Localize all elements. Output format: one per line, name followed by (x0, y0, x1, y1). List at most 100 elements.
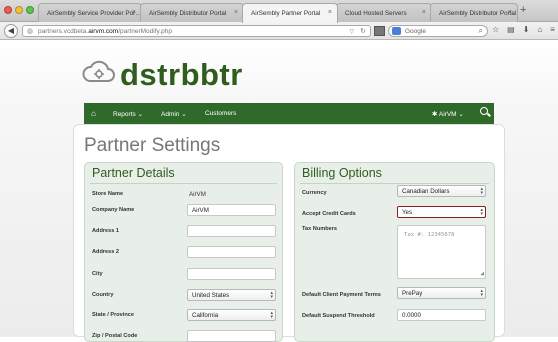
suspend-threshold-input[interactable]: 0.0000 (397, 309, 486, 321)
search-placeholder: Google (405, 28, 426, 35)
close-tab-icon[interactable]: × (508, 9, 512, 16)
payment-terms-select[interactable]: PrePay ▴ ▾ (397, 287, 486, 299)
chevron-down-icon: ⌄ (458, 111, 464, 118)
nav-reports[interactable]: Reports ⌄ (113, 110, 143, 118)
new-tab-button[interactable]: + (520, 4, 526, 16)
main-nav: ⌂ Reports ⌄ Admin ⌄ Customers ✱ AirVM ⌄ (84, 103, 494, 125)
credit-cards-value: Yes (402, 209, 413, 216)
browser-tab-4[interactable]: Cloud Hosted Servers × (336, 3, 432, 22)
select-arrows-icon: ▴ ▾ (480, 288, 483, 298)
menu-icon[interactable]: ≡ (550, 25, 555, 34)
search-icon[interactable] (480, 107, 488, 115)
nav-admin[interactable]: Admin ⌄ (161, 110, 187, 118)
bookmarks-icon[interactable]: ▤ (507, 25, 515, 34)
url-path: /partnerModify.php (118, 28, 172, 35)
browser-tab-5[interactable]: AirSembly Distributor Portal × (430, 3, 518, 22)
chevron-down-icon: ⌄ (137, 111, 144, 118)
company-name-input[interactable]: AirVM (187, 204, 276, 216)
logo-text: dstrbbtr (120, 57, 243, 92)
tab-label: AirSembly Distributor Portal (439, 10, 517, 17)
tax-placeholder: Tax #: 12345678 (404, 232, 455, 238)
country-label: Country (92, 292, 114, 298)
select-arrows-icon: ▴ ▾ (270, 290, 273, 300)
chevron-down-icon: ⌄ (181, 111, 187, 118)
browser-tab-3-active[interactable]: AirSembly Partner Portal × (242, 3, 338, 23)
company-name-label: Company Name (92, 207, 135, 213)
payment-terms-value: PrePay (402, 290, 423, 297)
home-icon[interactable]: ⌂ (537, 25, 542, 34)
state-label: State / Province (92, 312, 134, 318)
browser-toolbar: ◀ ◍ partners.vcdbeta.airvm.com/partnerMod… (0, 22, 558, 40)
reload-icon[interactable]: ↻ (360, 27, 366, 35)
city-input[interactable] (187, 268, 276, 280)
close-tab-icon[interactable]: × (422, 9, 426, 16)
minimize-window-button[interactable] (15, 6, 23, 14)
country-select[interactable]: United States ▴ ▾ (187, 289, 276, 301)
address-bar[interactable]: ◍ partners.vcdbeta.airvm.com/partnerModif… (22, 25, 371, 37)
store-name-value: AirVM (189, 191, 206, 198)
zip-input[interactable] (187, 330, 276, 342)
divider (300, 183, 489, 184)
page-content: dstrbbtr ⌂ Reports ⌄ Admin ⌄ Customers ✱… (0, 41, 558, 342)
state-select[interactable]: California ▴ ▾ (187, 309, 276, 321)
resize-grip-icon[interactable]: ◢ (480, 271, 484, 277)
currency-select[interactable]: Canadian Dollars ▴ ▾ (397, 185, 486, 197)
browser-tab-2[interactable]: AirSembly Distributor Portal × (140, 3, 244, 22)
country-value: United States (192, 292, 230, 299)
cloud-gear-icon (82, 60, 115, 82)
search-bar[interactable]: Google ⌕ (388, 25, 488, 37)
bookmark-star-icon[interactable]: ☆ (492, 25, 499, 34)
close-window-button[interactable] (4, 6, 12, 14)
select-arrows-icon: ▴ ▾ (480, 186, 483, 196)
zip-label: Zip / Postal Code (92, 333, 138, 339)
currency-value: Canadian Dollars (402, 188, 450, 195)
state-value: California (192, 312, 219, 319)
partner-details-heading: Partner Details (92, 166, 175, 180)
url-prefix: partners.vcdbeta. (38, 28, 89, 35)
currency-label: Currency (302, 190, 327, 196)
tab-label: AirSembly Service Provider Por… (47, 10, 142, 17)
suspend-threshold-label: Default Suspend Threshold (302, 313, 375, 319)
download-icon[interactable]: ⬇ (523, 25, 530, 34)
back-arrow-icon[interactable]: ◀ (4, 24, 18, 38)
nav-admin-label: Admin (161, 111, 180, 118)
store-name-label: Store Name (92, 191, 124, 197)
partner-details-panel: Partner Details Store Name AirVM Company… (84, 162, 283, 342)
nav-customers[interactable]: Customers (205, 110, 236, 117)
tax-numbers-label: Tax Numbers (302, 226, 338, 232)
close-tab-icon[interactable]: × (132, 9, 136, 16)
payment-terms-label: Default Client Payment Terms (302, 292, 381, 298)
address2-input[interactable] (187, 246, 276, 258)
google-icon (392, 27, 401, 35)
page-thumbnail-icon[interactable] (374, 26, 385, 36)
home-icon[interactable]: ⌂ (91, 109, 96, 118)
gear-icon: ✱ (432, 111, 438, 118)
tax-numbers-textarea[interactable]: Tax #: 12345678 ◢ (397, 225, 486, 279)
nav-reports-label: Reports (113, 111, 136, 118)
credit-cards-select[interactable]: Yes ▴ ▾ (397, 206, 486, 218)
user-menu[interactable]: ✱ AirVM ⌄ (432, 110, 464, 118)
address2-label: Address 2 (92, 249, 120, 255)
toolbar-icons: ☆ ▤ ⬇ ⌂ ≡ (492, 25, 555, 34)
zoom-window-button[interactable] (26, 6, 34, 14)
close-tab-icon[interactable]: × (234, 9, 238, 16)
browser-tab-1[interactable]: AirSembly Service Provider Por… × (38, 3, 142, 22)
search-icon[interactable]: ⌕ (479, 26, 483, 36)
browser-tab-strip: AirSembly Service Provider Por… × AirSemb… (0, 0, 558, 23)
city-label: City (92, 271, 103, 277)
history-dropdown-icon[interactable]: ▽ (349, 28, 354, 35)
billing-options-heading: Billing Options (302, 166, 382, 180)
page-title: Partner Settings (84, 135, 221, 156)
close-tab-icon[interactable]: × (328, 9, 332, 16)
address1-input[interactable] (187, 225, 276, 237)
tab-label: AirSembly Partner Portal (251, 10, 321, 17)
select-arrows-icon: ▴ ▾ (480, 207, 483, 217)
billing-options-panel: Billing Options Currency Canadian Dollar… (294, 162, 495, 342)
address1-label: Address 1 (92, 228, 120, 234)
globe-icon: ◍ (27, 28, 34, 35)
select-arrows-icon: ▴ ▾ (270, 310, 273, 320)
credit-cards-label: Accept Credit Cards (302, 211, 356, 217)
user-name: AirVM (438, 111, 457, 118)
url-host: airvm.com (88, 28, 119, 35)
divider (90, 183, 277, 184)
